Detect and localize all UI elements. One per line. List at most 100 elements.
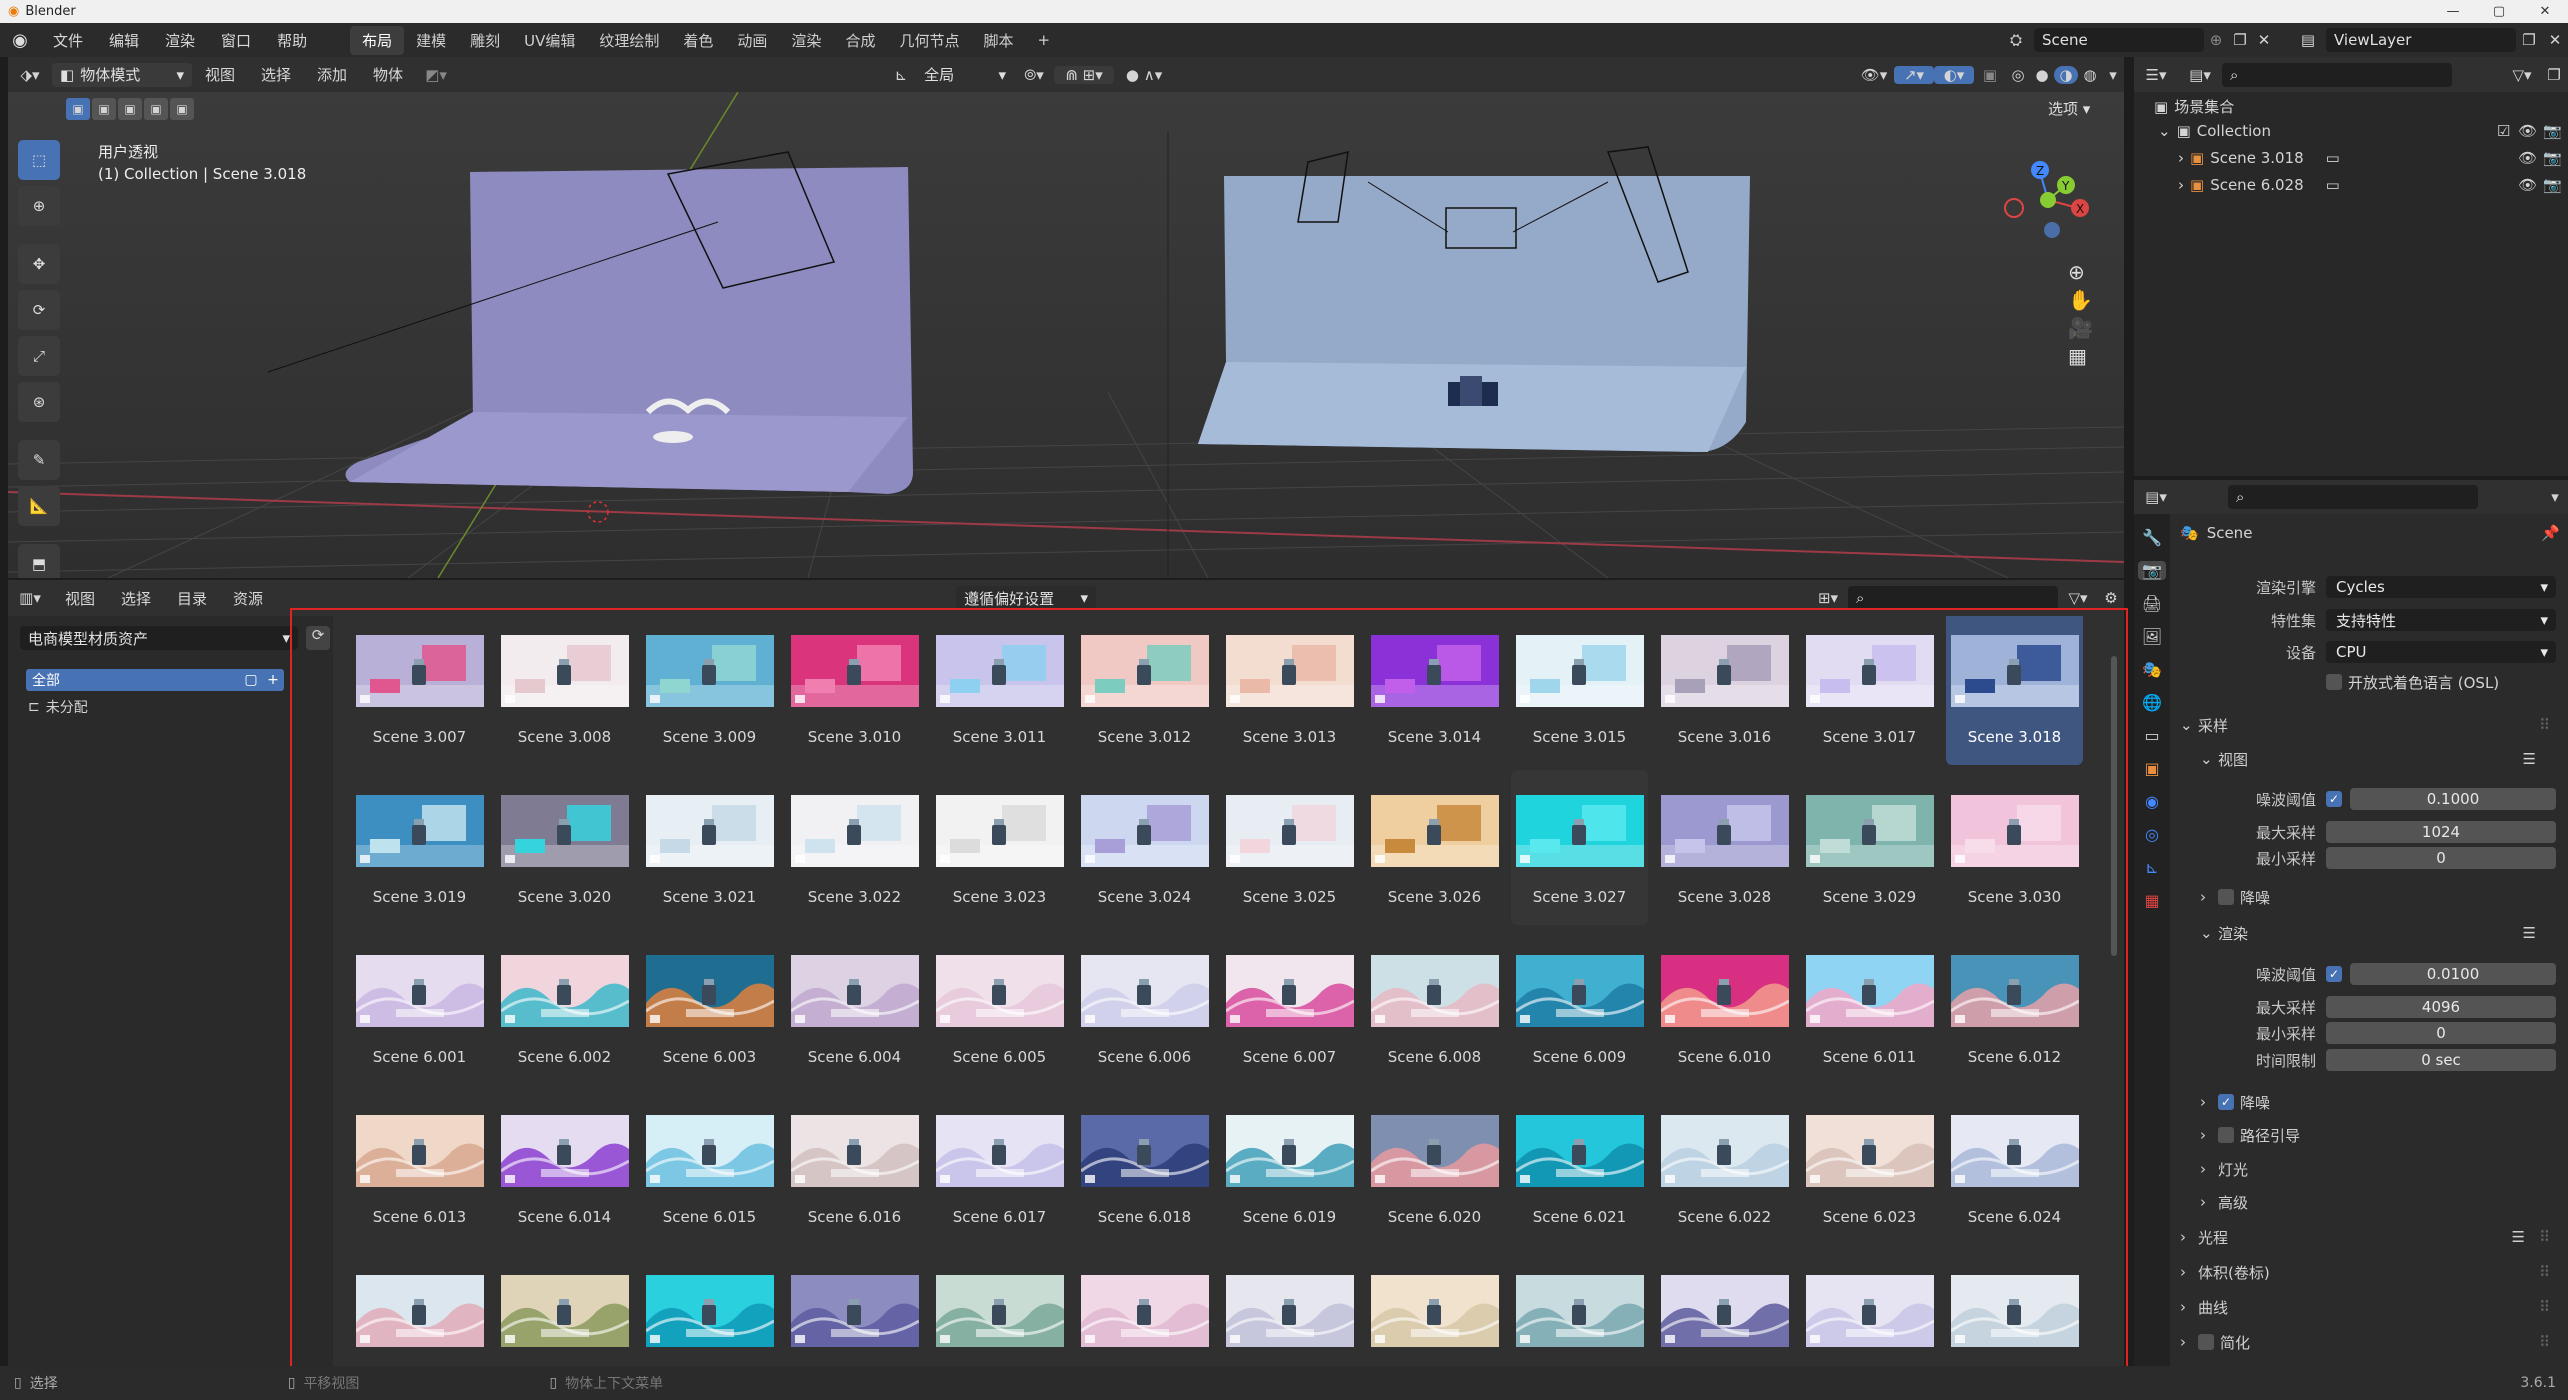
- asset-thumbnail[interactable]: Scene 3.023: [931, 770, 1068, 925]
- asset-menu-select[interactable]: 选择: [108, 588, 164, 609]
- render-noise-field[interactable]: 0.0100: [2350, 963, 2556, 985]
- curves-section[interactable]: › 曲线 ⠿: [2180, 1294, 2550, 1320]
- camera-render-icon[interactable]: 📷: [2543, 122, 2562, 140]
- measure-tool[interactable]: 📐: [18, 486, 60, 526]
- asset-thumbnail[interactable]: Scene 3.020: [496, 770, 633, 925]
- catalog-item-unassigned[interactable]: ⊏ 未分配: [28, 696, 88, 718]
- asset-thumbnail[interactable]: Scene 6.001: [351, 930, 488, 1085]
- asset-library-dropdown[interactable]: 电商模型材质资产 ▾: [20, 626, 298, 650]
- rotate-tool[interactable]: ⟳: [18, 290, 60, 330]
- tab-compositing[interactable]: 合成: [833, 26, 887, 55]
- visibility-icon[interactable]: 👁▾: [1854, 66, 1894, 84]
- asset-thumbnail[interactable]: Scene 6.018: [1076, 1090, 1213, 1245]
- asset-menu-catalog[interactable]: 目录: [164, 588, 220, 609]
- simplify-checkbox[interactable]: [2198, 1334, 2214, 1350]
- path-guiding-subsection[interactable]: › 路径引导: [2200, 1122, 2550, 1148]
- asset-thumbnail[interactable]: Scene 3.021: [641, 770, 778, 925]
- asset-thumbnail[interactable]: Scene 6.034: [1656, 1250, 1793, 1366]
- physics-tab-icon[interactable]: ◉: [2145, 792, 2159, 811]
- asset-thumbnail[interactable]: Scene 6.023: [1801, 1090, 1938, 1245]
- list-presets-icon[interactable]: ☰: [2512, 1228, 2525, 1246]
- asset-thumbnail[interactable]: Scene 3.007: [351, 616, 488, 765]
- new-scene-icon[interactable]: ❐: [2228, 31, 2252, 49]
- viewport-menu-object[interactable]: 物体: [360, 64, 416, 85]
- select-invert-icon[interactable]: ▣: [144, 98, 168, 120]
- asset-thumbnail[interactable]: Scene 6.019: [1221, 1090, 1358, 1245]
- tab-uv-editing[interactable]: UV编辑: [512, 26, 587, 55]
- asset-thumbnail[interactable]: Scene 6.006: [1076, 930, 1213, 1085]
- asset-thumbnail[interactable]: Scene 3.008: [496, 616, 633, 765]
- move-tool[interactable]: ✥: [18, 244, 60, 284]
- sampling-section[interactable]: ⌄ 采样 ⠿: [2180, 712, 2550, 738]
- render-tab-icon[interactable]: 📷: [2138, 561, 2166, 580]
- tool-tab-icon[interactable]: 🔧: [2142, 528, 2162, 547]
- tab-sculpting[interactable]: 雕刻: [458, 26, 512, 55]
- asset-thumbnail[interactable]: Scene 6.025: [351, 1250, 488, 1366]
- menu-file[interactable]: 文件: [40, 30, 96, 51]
- menu-help[interactable]: 帮助: [264, 30, 320, 51]
- osl-checkbox[interactable]: [2326, 674, 2342, 690]
- simplify-section[interactable]: › 简化 ⠿: [2180, 1329, 2550, 1355]
- thumbnail-display-icon[interactable]: ⊞▾: [1808, 589, 1848, 607]
- constraints-tab-icon[interactable]: ◎: [2145, 825, 2159, 844]
- expand-arrow-icon[interactable]: ›: [2178, 176, 2184, 194]
- add-cube-tool[interactable]: ⬒: [18, 544, 60, 578]
- asset-thumbnail[interactable]: Scene 3.030: [1946, 770, 2083, 925]
- camera-render-icon[interactable]: 📷: [2543, 149, 2562, 167]
- viewport-noise-field[interactable]: 0.1000: [2350, 788, 2556, 810]
- path-guiding-checkbox[interactable]: [2218, 1127, 2234, 1143]
- lights-subsection[interactable]: › 灯光: [2200, 1156, 2550, 1182]
- scene-icon[interactable]: ⛭: [1998, 31, 2034, 49]
- asset-thumbnail[interactable]: Scene 6.029: [931, 1250, 1068, 1366]
- light-paths-section[interactable]: › 光程 ☰ ⠿: [2180, 1224, 2550, 1250]
- asset-thumbnail[interactable]: Scene 6.009: [1511, 930, 1648, 1085]
- asset-thumbnail[interactable]: Scene 3.019: [351, 770, 488, 925]
- viewport-sampling-subsection[interactable]: ⌄ 视图 ☰: [2200, 746, 2550, 772]
- scene-field[interactable]: Scene: [2034, 28, 2204, 52]
- proportional-edit-icon[interactable]: ● ∧▾: [1114, 66, 1174, 84]
- asset-thumbnail[interactable]: Scene 3.022: [786, 770, 923, 925]
- viewport-noise-checkbox[interactable]: ✓: [2326, 791, 2342, 807]
- tab-shading[interactable]: 着色: [671, 26, 725, 55]
- asset-thumbnail[interactable]: Scene 6.030: [1076, 1250, 1213, 1366]
- new-collection-icon[interactable]: ❐: [2540, 66, 2568, 84]
- shading-material-icon[interactable]: ◑: [2054, 65, 2078, 84]
- view-layer-tab-icon[interactable]: 🖼: [2142, 627, 2162, 646]
- asset-thumbnail[interactable]: Scene 6.007: [1221, 930, 1358, 1085]
- outliner-item-scene-3-018[interactable]: › ▣ Scene 3.018 ▭ 👁 📷: [2178, 149, 2562, 167]
- outliner-filter-icon[interactable]: ▽▾: [2504, 66, 2540, 84]
- asset-menu-assets[interactable]: 资源: [220, 588, 276, 609]
- asset-search-input[interactable]: ⌕: [1848, 586, 2058, 610]
- perspective-grid-icon[interactable]: ▦: [2068, 344, 2093, 368]
- asset-thumbnail[interactable]: Scene 3.010: [786, 616, 923, 765]
- delete-scene-icon[interactable]: ✕: [2252, 31, 2276, 49]
- time-limit-field[interactable]: 0 sec: [2326, 1049, 2556, 1071]
- display-mode-icon[interactable]: ▤▾: [2178, 66, 2222, 84]
- view-layer-field[interactable]: ViewLayer: [2326, 28, 2516, 52]
- asset-thumbnail[interactable]: Scene 3.027: [1511, 770, 1648, 925]
- select-subtract-icon[interactable]: ▣: [118, 98, 142, 120]
- viewport-menu-add[interactable]: 添加: [304, 64, 360, 85]
- pin-icon[interactable]: ⊕: [2204, 31, 2228, 49]
- asset-thumbnail[interactable]: Scene 6.004: [786, 930, 923, 1085]
- asset-thumbnail[interactable]: Scene 6.008: [1366, 930, 1503, 1085]
- properties-editor-icon[interactable]: ▤▾: [2134, 488, 2178, 506]
- advanced-subsection[interactable]: › 高级: [2200, 1189, 2550, 1215]
- viewport-menu-view[interactable]: 视图: [192, 64, 248, 85]
- render-noise-checkbox[interactable]: ✓: [2326, 966, 2342, 982]
- asset-thumbnail[interactable]: Scene 3.011: [931, 616, 1068, 765]
- asset-thumbnail[interactable]: Scene 6.027: [641, 1250, 778, 1366]
- list-presets-icon[interactable]: ☰: [2523, 750, 2536, 768]
- expand-arrow-icon[interactable]: ⌄: [2158, 122, 2171, 140]
- tab-texture-paint[interactable]: 纹理绘制: [587, 26, 671, 55]
- eye-icon[interactable]: 👁: [2518, 149, 2537, 167]
- expand-arrow-icon[interactable]: ›: [2178, 149, 2184, 167]
- outliner-search-input[interactable]: ⌕: [2222, 62, 2452, 87]
- new-view-layer-icon[interactable]: ❐: [2516, 31, 2542, 49]
- snap-toggle-icon[interactable]: ◩▾: [416, 66, 456, 84]
- data-tab-icon[interactable]: ⊾: [2145, 858, 2158, 877]
- tab-scripting[interactable]: 脚本: [971, 26, 1025, 55]
- eye-icon[interactable]: 👁: [2518, 122, 2537, 140]
- overlay-toggle-icon[interactable]: ◐▾: [1934, 65, 1974, 84]
- viewport-min-field[interactable]: 0: [2326, 847, 2556, 869]
